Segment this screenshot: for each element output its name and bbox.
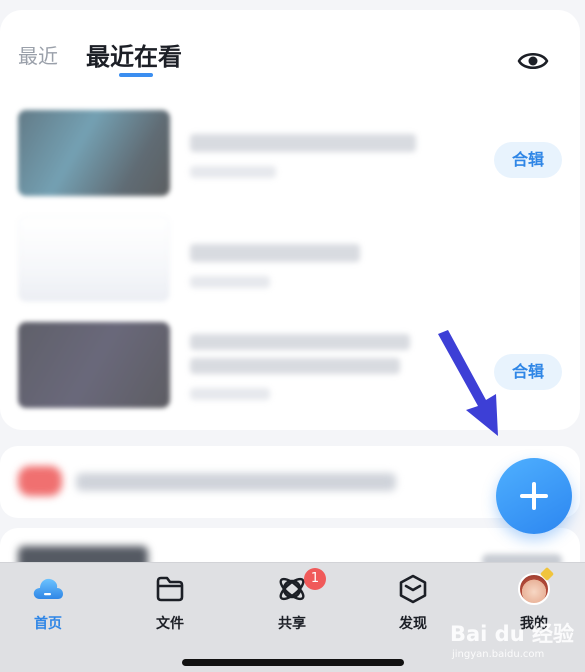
blurred-notice-text [76, 473, 396, 491]
active-tab-indicator [119, 73, 153, 77]
home-indicator[interactable] [182, 659, 404, 666]
notification-badge: 1 [304, 568, 326, 590]
blurred-subtitle [190, 166, 276, 178]
blurred-title [190, 244, 360, 262]
blurred-subtitle [190, 276, 270, 288]
tab-recent[interactable]: 最近 [18, 40, 58, 69]
notice-banner[interactable] [0, 446, 580, 518]
cloud-icon [33, 578, 63, 599]
watermark-url: jingyan.baidu.com [452, 649, 545, 660]
folder-icon [156, 576, 184, 602]
tab-discover[interactable]: 发现 [373, 573, 453, 633]
vip-gem-icon [539, 566, 555, 582]
blurred-title-line2 [190, 358, 400, 374]
eye-icon[interactable] [516, 46, 550, 76]
tab-files[interactable]: 文件 [130, 573, 210, 633]
add-button[interactable] [496, 458, 572, 534]
blurred-title [190, 334, 410, 350]
list-item[interactable]: 合辑 [0, 100, 580, 204]
video-thumbnail[interactable] [18, 216, 170, 302]
tab-home[interactable]: 首页 [8, 573, 88, 633]
tab-label: 发现 [399, 616, 427, 632]
tab-share[interactable]: 1 共享 [252, 568, 332, 633]
tab-label: 首页 [34, 616, 62, 632]
video-thumbnail[interactable] [18, 110, 170, 196]
tab-label: 文件 [156, 616, 184, 632]
blurred-subtitle [190, 388, 270, 400]
annotation-arrow-icon [438, 330, 498, 436]
avatar [518, 566, 555, 605]
notice-icon [18, 466, 62, 496]
watermark-main: Bai du 经验 [450, 622, 574, 646]
blurred-title [190, 134, 416, 152]
tab-label: 共享 [278, 616, 306, 632]
collection-button[interactable]: 合辑 [494, 142, 562, 178]
video-thumbnail[interactable] [18, 322, 170, 408]
cube-icon [399, 574, 427, 604]
baidu-watermark: Bai du 经验 jingyan.baidu.com [450, 618, 580, 666]
tab-recently-watching[interactable]: 最近在看 [86, 37, 182, 72]
list-item[interactable] [0, 206, 580, 310]
